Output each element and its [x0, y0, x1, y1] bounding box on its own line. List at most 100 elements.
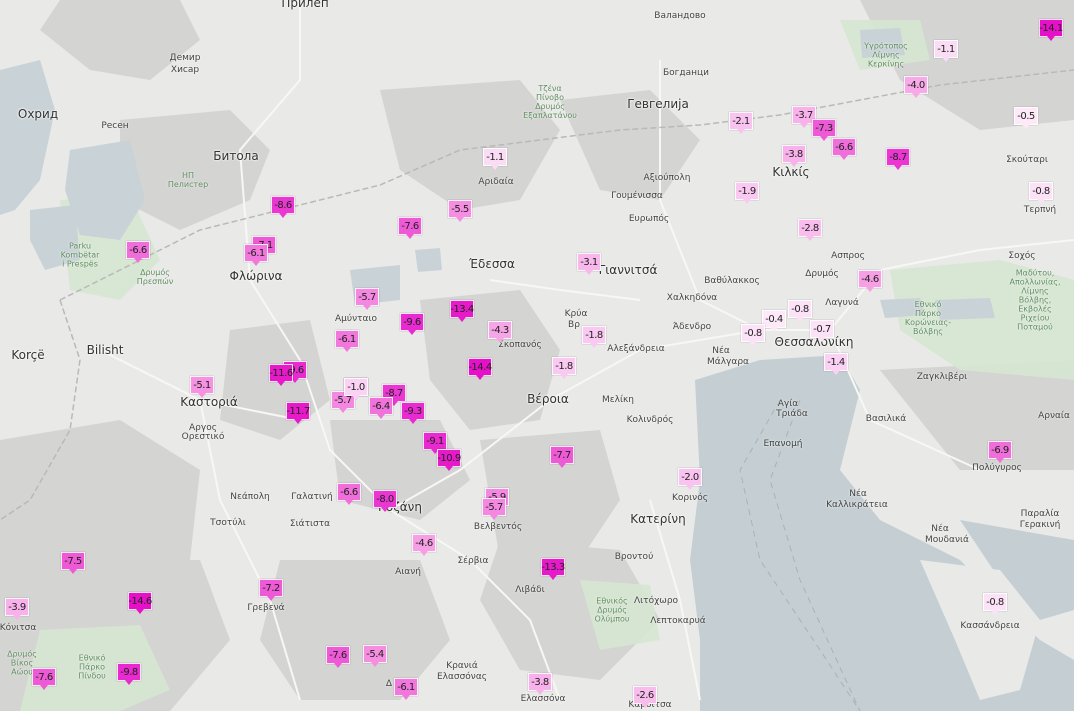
temperature-marker[interactable]: -4.6	[412, 534, 436, 556]
temperature-marker[interactable]: -4.3	[488, 321, 512, 343]
temperature-marker[interactable]: -2.6	[633, 686, 657, 708]
temperature-marker[interactable]: -7.2	[259, 579, 283, 601]
temperature-value: -1.8	[582, 326, 606, 344]
temperature-marker[interactable]: -11.6	[269, 364, 293, 386]
place-label: Κιλκίς	[772, 165, 810, 179]
temperature-marker[interactable]: -0.8	[788, 300, 812, 322]
place-label: Άδενδρο	[672, 322, 712, 332]
temperature-marker[interactable]: -7.6	[32, 668, 56, 690]
temperature-marker[interactable]: -3.9	[5, 598, 29, 620]
temperature-marker[interactable]: -1.8	[582, 326, 606, 348]
temperature-value: -9.8	[117, 663, 141, 681]
temperature-marker[interactable]: -7.7	[550, 446, 574, 468]
marker-pointer	[40, 685, 48, 690]
place-label: Λιβάδι	[515, 585, 545, 595]
temperature-marker[interactable]: -4.6	[858, 270, 882, 292]
temperature-marker[interactable]: -1.1	[934, 40, 958, 62]
temperature-marker[interactable]: -0.8	[983, 593, 1007, 615]
place-label: Τσοτύλι	[210, 518, 246, 528]
temperature-value: -11.6	[269, 364, 293, 382]
temperature-marker[interactable]: -5.1	[190, 376, 214, 398]
temperature-marker[interactable]: -0.8	[741, 324, 765, 346]
marker-pointer	[737, 129, 745, 134]
temperature-marker[interactable]: -8.7	[886, 148, 910, 170]
temperature-marker[interactable]: -6.4	[369, 397, 393, 419]
temperature-marker[interactable]: -1.0	[344, 378, 368, 400]
temperature-value: -14.6	[128, 592, 152, 610]
temperature-marker[interactable]: -6.6	[126, 241, 150, 263]
temperature-marker[interactable]: -7.6	[326, 646, 350, 668]
temperature-marker[interactable]: -1.4	[824, 353, 848, 375]
temperature-value: -6.4	[369, 397, 393, 415]
temperature-value: -1.1	[483, 148, 507, 166]
marker-pointer	[134, 258, 142, 263]
temperature-marker[interactable]: -13.3	[541, 558, 565, 580]
temperature-marker[interactable]: -2.1	[729, 112, 753, 134]
temperature-marker[interactable]: -14.4	[468, 358, 492, 380]
temperature-marker[interactable]: -7.5	[61, 552, 85, 574]
place-label: Τερπνή	[1023, 205, 1057, 215]
temperature-marker[interactable]: -5.4	[363, 645, 387, 667]
marker-pointer	[770, 327, 778, 332]
temperature-marker[interactable]: -8.0	[373, 490, 397, 512]
place-label: Καλλικράτεια	[826, 500, 888, 510]
map-canvas[interactable]: Прилеп Валандово Демир Хисар Богданци Охрид Ре…	[0, 0, 1074, 711]
temperature-marker[interactable]: -5.7	[355, 288, 379, 310]
temperature-marker[interactable]: -6.6	[832, 138, 856, 160]
temperature-marker[interactable]: -7.6	[398, 217, 422, 239]
temperature-value: -7.6	[326, 646, 350, 664]
marker-pointer	[381, 507, 389, 512]
temperature-marker[interactable]: -5.7	[482, 498, 506, 520]
marker-pointer	[69, 569, 77, 574]
temperature-marker[interactable]: -0.7	[810, 320, 834, 342]
place-label: Γερακινή	[1019, 520, 1061, 530]
marker-pointer	[796, 317, 804, 322]
marker-pointer	[866, 287, 874, 292]
place-label: Ορεστικό	[181, 432, 225, 442]
temperature-value: -4.6	[858, 270, 882, 288]
temperature-marker[interactable]: -4.0	[904, 76, 928, 98]
temperature-marker[interactable]: -6.1	[394, 678, 418, 700]
temperature-marker[interactable]: -2.0	[678, 468, 702, 490]
place-label: Γαλατινή	[291, 492, 333, 502]
temperature-marker[interactable]: -3.8	[782, 145, 806, 167]
temperature-value: -14.1	[1039, 19, 1063, 37]
temperature-marker[interactable]: -9.8	[117, 663, 141, 685]
place-label: Λαγυνά	[825, 298, 859, 308]
temperature-marker[interactable]: -6.9	[988, 441, 1012, 463]
place-label: Демир	[169, 53, 201, 63]
temperature-marker[interactable]: -9.3	[401, 402, 425, 424]
temperature-marker[interactable]: -3.8	[528, 673, 552, 695]
place-label: Αξιούπολη	[643, 173, 691, 183]
temperature-marker[interactable]: -6.6	[337, 483, 361, 505]
temperature-marker[interactable]: -13.4	[450, 300, 474, 322]
temperature-value: -14.4	[468, 358, 492, 376]
temperature-marker[interactable]: -14.1	[1039, 19, 1063, 41]
temperature-marker[interactable]: -14.6	[128, 592, 152, 614]
place-label: Σκούταρι	[1006, 155, 1048, 165]
temperature-marker[interactable]: -5.5	[448, 200, 472, 222]
temperature-marker[interactable]: -6.1	[244, 244, 268, 266]
temperature-marker[interactable]: -1.8	[552, 357, 576, 379]
marker-pointer	[339, 408, 347, 413]
temperature-marker[interactable]: -3.1	[577, 253, 601, 275]
temperature-marker[interactable]: -0.8	[1029, 182, 1053, 204]
temperature-value: -7.6	[32, 668, 56, 686]
temperature-value: -7.3	[812, 119, 836, 137]
temperature-marker[interactable]: -10.9	[437, 449, 461, 471]
temperature-marker[interactable]: -1.1	[483, 148, 507, 170]
place-label: Μελίκη	[601, 395, 635, 405]
temperature-marker[interactable]: -0.4	[762, 310, 786, 332]
place-label: Κορινός	[672, 493, 708, 503]
temperature-marker[interactable]: -11.7	[286, 402, 310, 424]
park-label: Εθνικό Πάρκο Κορώνειας- Βόλβης	[904, 300, 952, 336]
temperature-marker[interactable]: -6.1	[335, 330, 359, 352]
marker-pointer	[458, 317, 466, 322]
temperature-marker[interactable]: -2.8	[798, 219, 822, 241]
temperature-marker[interactable]: -0.5	[1014, 107, 1038, 129]
temperature-marker[interactable]: -1.9	[735, 182, 759, 204]
temperature-marker[interactable]: -9.6	[400, 313, 424, 335]
temperature-value: -3.8	[782, 145, 806, 163]
temperature-value: -6.1	[335, 330, 359, 348]
temperature-marker[interactable]: -8.6	[271, 196, 295, 218]
